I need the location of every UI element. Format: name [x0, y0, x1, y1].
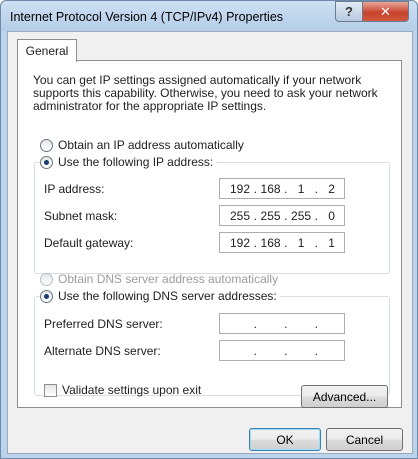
- ip-address-label: IP address:: [44, 182, 105, 196]
- close-button[interactable]: ✕: [362, 1, 409, 22]
- preferred-dns-label: Preferred DNS server:: [44, 317, 163, 331]
- octet-separator: .: [284, 343, 288, 358]
- ip-octet: 168: [260, 235, 281, 250]
- dns-auto-radio[interactable]: [40, 272, 53, 286]
- dns-auto-option[interactable]: Obtain DNS server address automatically: [40, 272, 278, 286]
- default-gateway-input[interactable]: 192. 168. 1. 1: [219, 232, 345, 253]
- intro-text: You can get IP settings assigned automat…: [33, 73, 378, 113]
- ok-button[interactable]: OK: [249, 428, 321, 451]
- ip-octet: 192: [230, 181, 251, 196]
- dns-manual-label: Use the following DNS server addresses:: [58, 289, 277, 303]
- help-button[interactable]: ?: [335, 1, 363, 22]
- advanced-button[interactable]: Advanced...: [301, 385, 388, 408]
- subnet-mask-label: Subnet mask:: [44, 209, 118, 223]
- alternate-dns-label: Alternate DNS server:: [44, 344, 161, 358]
- ip-octet: 1: [297, 235, 305, 250]
- tab-general-label: General: [25, 44, 69, 58]
- help-icon: ?: [345, 4, 353, 19]
- ip-auto-radio[interactable]: [40, 138, 53, 152]
- advanced-button-label: Advanced...: [312, 389, 377, 404]
- ip-octet: 1: [328, 235, 335, 250]
- ip-octet: 192: [230, 235, 251, 250]
- octet-separator: .: [314, 343, 318, 358]
- dialog-client-area: General You can get IP settings assigned…: [7, 31, 413, 454]
- octet-separator: .: [284, 316, 288, 331]
- dns-manual-radio[interactable]: [40, 289, 53, 303]
- ip-octet: 1: [297, 181, 305, 196]
- ip-manual-label: Use the following IP address:: [58, 155, 214, 169]
- ok-button-label: OK: [276, 432, 294, 447]
- dns-manual-option[interactable]: Use the following DNS server addresses:: [40, 289, 280, 303]
- default-gateway-label: Default gateway:: [44, 236, 134, 250]
- subnet-mask-input[interactable]: 255. 255. 255. 0: [219, 205, 345, 226]
- ip-auto-option[interactable]: Obtain an IP address automatically: [40, 138, 244, 152]
- window-title: Internet Protocol Version 4 (TCP/IPv4) P…: [10, 10, 284, 24]
- ip-octet: 0: [328, 208, 335, 223]
- validate-settings-checkbox[interactable]: [44, 383, 57, 397]
- validate-settings-label: Validate settings upon exit: [62, 383, 202, 397]
- validate-settings-option[interactable]: Validate settings upon exit: [44, 383, 201, 397]
- ip-octet: 255: [230, 208, 251, 223]
- ip-address-input[interactable]: 192. 168. 1. 2: [219, 178, 345, 199]
- ip-octet: 255: [260, 208, 281, 223]
- alternate-dns-input[interactable]: . . .: [219, 340, 345, 361]
- octet-separator: .: [253, 343, 257, 358]
- ip-manual-radio[interactable]: [40, 155, 53, 169]
- cancel-button-label: Cancel: [345, 432, 384, 447]
- general-tab-panel: You can get IP settings assigned automat…: [17, 60, 402, 408]
- ip-octet: 168: [260, 181, 281, 196]
- ip-auto-label: Obtain an IP address automatically: [58, 138, 244, 152]
- octet-separator: .: [253, 316, 257, 331]
- dns-auto-label: Obtain DNS server address automatically: [58, 272, 279, 286]
- close-icon: ✕: [380, 3, 391, 19]
- octet-separator: .: [314, 316, 318, 331]
- ip-octet: 2: [328, 181, 335, 196]
- tab-general[interactable]: General: [17, 39, 77, 62]
- ip-manual-option[interactable]: Use the following IP address:: [40, 155, 217, 169]
- preferred-dns-input[interactable]: . . .: [219, 313, 345, 334]
- dialog-window: Internet Protocol Version 4 (TCP/IPv4) P…: [0, 0, 418, 459]
- cancel-button[interactable]: Cancel: [326, 428, 403, 451]
- ip-octet: 255: [291, 208, 312, 223]
